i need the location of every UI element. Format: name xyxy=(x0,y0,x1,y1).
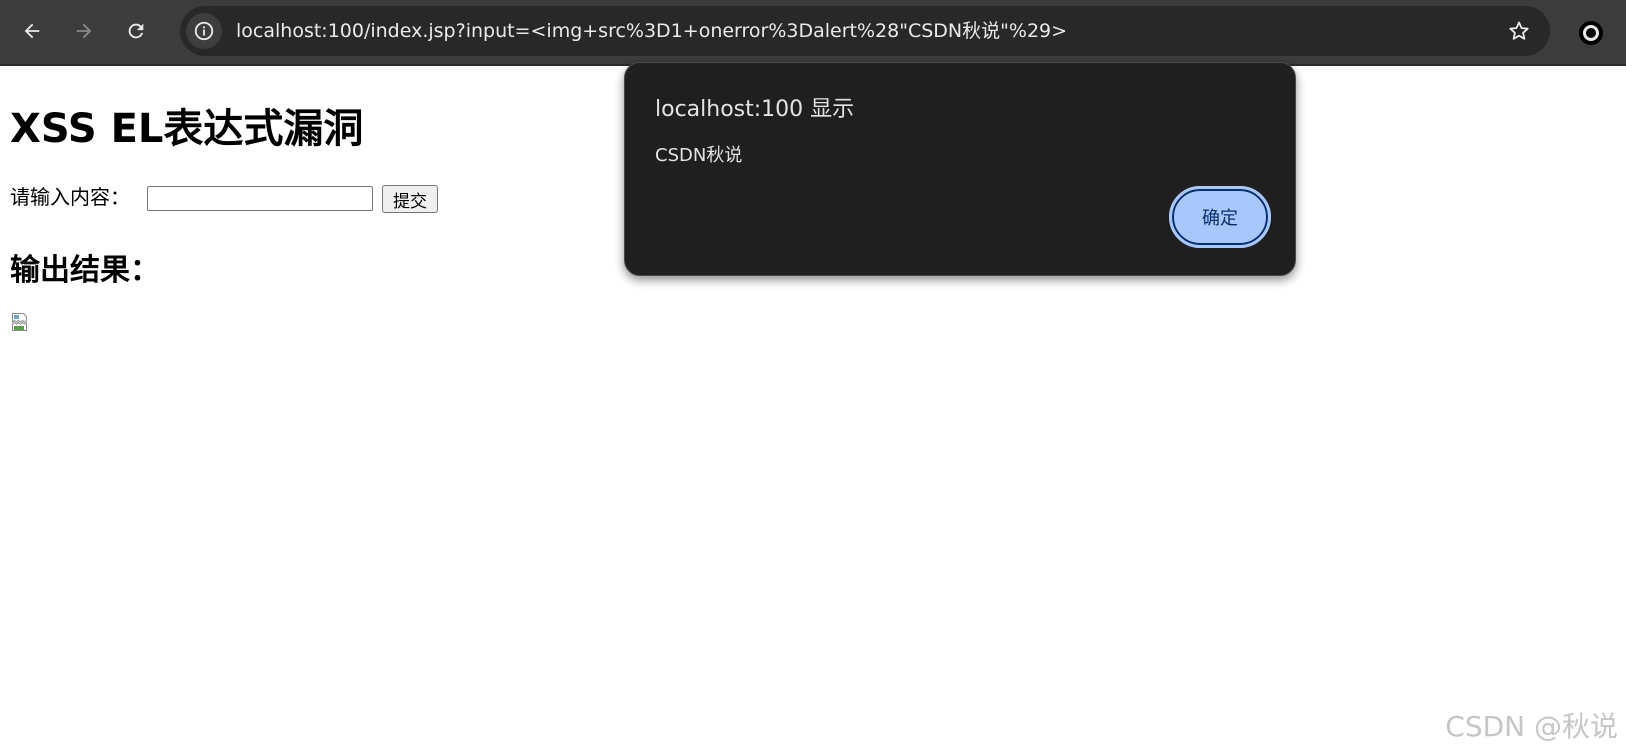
submit-button[interactable]: 提交 xyxy=(382,185,438,213)
address-bar[interactable]: localhost:100/index.jsp?input=<img+src%3… xyxy=(180,6,1550,56)
back-arrow-icon[interactable] xyxy=(14,13,50,49)
reload-icon[interactable] xyxy=(118,13,154,49)
ok-button[interactable]: 确定 xyxy=(1169,186,1271,248)
star-icon[interactable] xyxy=(1502,14,1536,48)
browser-toolbar: localhost:100/index.jsp?input=<img+src%3… xyxy=(0,0,1626,66)
info-icon[interactable] xyxy=(186,13,222,49)
page-title: XSS EL表达式漏洞 xyxy=(10,106,364,152)
output-heading: 输出结果： xyxy=(10,253,160,288)
url-text[interactable]: localhost:100/index.jsp?input=<img+src%3… xyxy=(236,6,1067,56)
input-label: 请输入内容： xyxy=(10,185,130,209)
forward-arrow-icon[interactable] xyxy=(66,13,102,49)
broken-image-icon xyxy=(11,312,31,332)
dialog-title: localhost:100 显示 xyxy=(655,97,855,122)
dialog-message: CSDN秋说 xyxy=(655,145,743,166)
watermark: CSDN @秋说 xyxy=(1445,710,1618,743)
profile-icon[interactable] xyxy=(1574,16,1608,50)
content-input[interactable] xyxy=(147,186,373,211)
alert-dialog: localhost:100 显示 CSDN秋说 确定 xyxy=(624,62,1296,276)
